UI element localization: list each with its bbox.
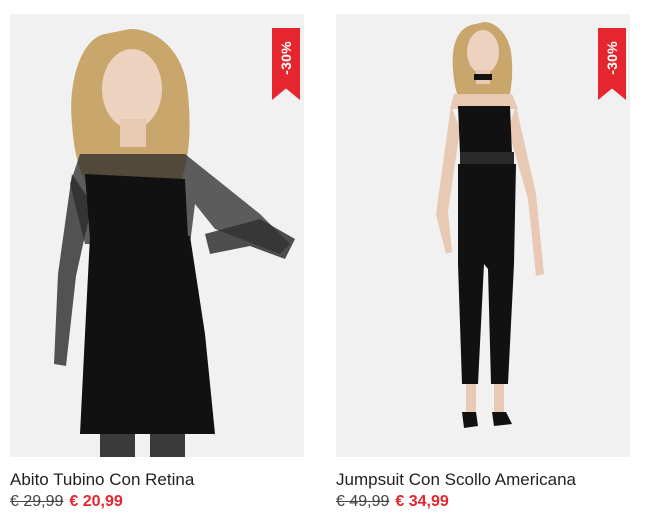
product-grid: -30% Abito Tubino Con Retina € 29,99 € 20… — [0, 0, 649, 515]
price-row: € 29,99 € 20,99 — [10, 492, 304, 512]
sale-price: € 34,99 — [395, 493, 449, 510]
product-title[interactable]: Abito Tubino Con Retina — [10, 470, 304, 490]
product-card[interactable]: -30% Abito Tubino Con Retina € 29,99 € 20… — [10, 14, 304, 514]
original-price: € 29,99 — [10, 493, 64, 510]
price-row: € 49,99 € 34,99 — [336, 492, 630, 512]
original-price: € 49,99 — [336, 493, 390, 510]
sale-price: € 20,99 — [69, 493, 123, 510]
product-title[interactable]: Jumpsuit Con Scollo Americana — [336, 470, 630, 490]
product-image[interactable]: -30% — [336, 14, 630, 457]
model-jumpsuit-illustration — [436, 22, 544, 428]
product-image[interactable]: -30% — [10, 14, 304, 457]
discount-label: -30% — [278, 41, 294, 75]
product-card[interactable]: -30% Jumpsuit Con Scollo Americana € 49,… — [336, 14, 630, 514]
model-dress-illustration — [54, 29, 295, 457]
discount-label: -30% — [604, 41, 620, 75]
